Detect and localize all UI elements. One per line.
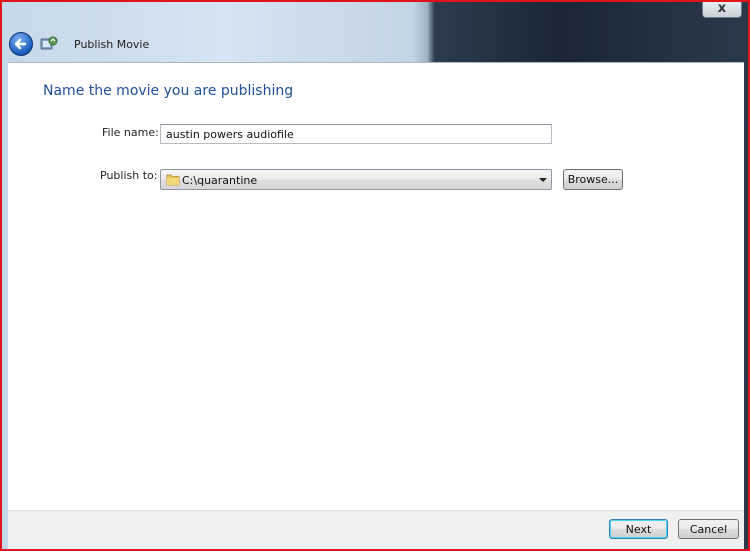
publish-to-dropdown[interactable]: C:\quarantine bbox=[160, 169, 552, 190]
publish-to-value: C:\quarantine bbox=[182, 174, 258, 187]
close-icon: x bbox=[717, 1, 727, 16]
folder-icon bbox=[166, 174, 180, 186]
next-button[interactable]: Next bbox=[609, 519, 668, 539]
file-name-label: File name: bbox=[102, 126, 159, 139]
wizard-footer: Next Cancel bbox=[8, 510, 744, 549]
publish-movie-icon bbox=[40, 36, 58, 50]
file-name-input[interactable] bbox=[160, 124, 552, 144]
browse-button[interactable]: Browse... bbox=[563, 169, 623, 190]
page-title: Name the movie you are publishing bbox=[43, 83, 294, 99]
back-arrow-icon bbox=[14, 38, 27, 50]
publish-to-label: Publish to: bbox=[100, 169, 158, 182]
window-title: Publish Movie bbox=[74, 38, 150, 51]
close-button[interactable]: x bbox=[702, 1, 742, 18]
title-bar: x Publish Movie bbox=[2, 2, 748, 62]
back-button[interactable] bbox=[9, 32, 33, 56]
cancel-button[interactable]: Cancel bbox=[678, 519, 739, 539]
chevron-down-icon[interactable] bbox=[539, 178, 547, 182]
wizard-content: Name the movie you are publishing File n… bbox=[8, 62, 744, 510]
publish-movie-window: x Publish Movie Name the movie you are p… bbox=[0, 0, 750, 551]
